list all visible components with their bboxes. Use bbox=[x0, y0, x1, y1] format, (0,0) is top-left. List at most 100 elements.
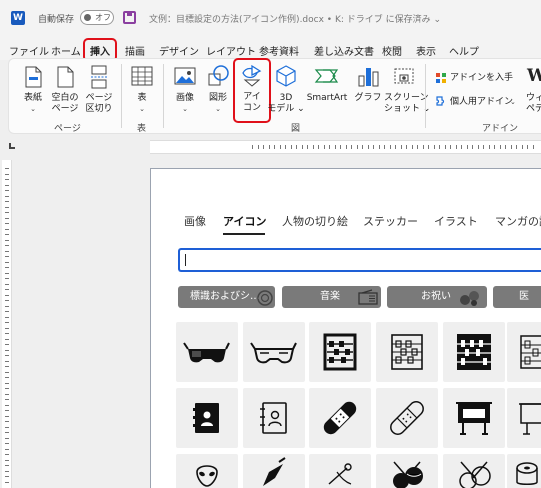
ruler-tick bbox=[384, 145, 385, 149]
icon-tile[interactable] bbox=[443, 322, 505, 382]
tab-home[interactable]: ホーム bbox=[51, 43, 81, 58]
icon-tile[interactable] bbox=[507, 322, 541, 382]
ruler-tick bbox=[433, 145, 435, 149]
ruler-tick bbox=[5, 399, 9, 400]
cover-page-icon[interactable] bbox=[22, 64, 44, 90]
ruler-tick bbox=[5, 239, 9, 241]
pictures-chevron-icon[interactable]: ⌄ bbox=[171, 103, 199, 115]
icon-tile[interactable] bbox=[376, 454, 438, 488]
tab-draw[interactable]: 描画 bbox=[125, 43, 145, 58]
pictures-icon[interactable] bbox=[173, 64, 197, 90]
ruler-tick bbox=[5, 448, 9, 450]
ribbon-divider bbox=[425, 64, 426, 128]
ruler-tick bbox=[466, 145, 468, 149]
tab-mailings[interactable]: 差し込み文書 bbox=[314, 43, 374, 58]
shapes-chevron-icon[interactable]: ⌄ bbox=[204, 103, 232, 115]
screenshot-label-2[interactable]: ショット ⌄ bbox=[384, 103, 430, 115]
tab-help[interactable]: ヘルプ bbox=[449, 43, 479, 58]
ruler-tick bbox=[5, 234, 9, 235]
document-title[interactable]: 文例：目標設定の方法(アイコン作例).docx • K: ドライブ に保存済み … bbox=[149, 12, 441, 25]
icon-tile[interactable] bbox=[376, 388, 438, 448]
ruler-tick bbox=[5, 289, 9, 290]
tab-references[interactable]: 参考資料 bbox=[259, 43, 299, 58]
3d-models-label-2[interactable]: モデル ⌄ bbox=[266, 103, 306, 115]
chart-label[interactable]: グラフ bbox=[354, 92, 382, 104]
blank-page-icon[interactable] bbox=[54, 64, 76, 90]
ruler-tick bbox=[477, 145, 479, 149]
ruler-tick bbox=[494, 145, 495, 149]
chart-icon[interactable] bbox=[356, 64, 380, 90]
category-signs-and-symbols[interactable]: 標識およびシ… bbox=[178, 286, 275, 308]
icon-tile[interactable] bbox=[309, 388, 371, 448]
smartart-icon[interactable] bbox=[314, 64, 339, 90]
3d-models-icon[interactable] bbox=[274, 64, 298, 90]
tab-file[interactable]: ファイル bbox=[9, 43, 49, 58]
ruler-tick bbox=[5, 217, 9, 219]
icon-tile[interactable] bbox=[176, 388, 238, 448]
my-addins-chevron-icon[interactable]: ⌄ bbox=[510, 96, 516, 108]
icon-tile[interactable] bbox=[507, 388, 541, 448]
ruler-tick bbox=[532, 145, 534, 149]
icon-tile[interactable] bbox=[507, 454, 541, 488]
tab-stickers[interactable]: ステッカー bbox=[363, 213, 418, 229]
blank-page-label-2[interactable]: ページ bbox=[50, 103, 80, 115]
screenshot-icon[interactable] bbox=[392, 64, 416, 90]
category-celebration[interactable]: お祝い bbox=[387, 286, 487, 308]
icon-tile[interactable] bbox=[376, 322, 438, 382]
icon-tile[interactable] bbox=[176, 322, 238, 382]
ruler-tick bbox=[516, 145, 517, 149]
tab-design[interactable]: デザイン bbox=[159, 43, 199, 58]
ruler-tick bbox=[5, 283, 9, 285]
icon-tile[interactable] bbox=[443, 388, 505, 448]
smartart-label[interactable]: SmartArt bbox=[304, 92, 350, 104]
wikipedia-label-2[interactable]: ペデ bbox=[526, 103, 541, 115]
tab-stop-selector-icon[interactable] bbox=[9, 143, 15, 149]
ruler-tick bbox=[5, 459, 9, 461]
my-addins-label[interactable]: 個人用アドイン bbox=[450, 96, 513, 108]
table-icon[interactable] bbox=[130, 64, 154, 90]
tab-cutout-people[interactable]: 人物の切り絵 bbox=[282, 213, 348, 229]
tab-view[interactable]: 表示 bbox=[416, 43, 436, 58]
tab-review[interactable]: 校閲 bbox=[382, 43, 402, 58]
ruler-tick bbox=[5, 179, 9, 180]
tab-comics[interactable]: マンガの読 bbox=[495, 213, 541, 229]
ruler-tick bbox=[296, 145, 297, 149]
wikipedia-icon[interactable]: W bbox=[527, 66, 541, 86]
ruler-tick bbox=[351, 145, 352, 149]
icon-search-input[interactable] bbox=[178, 248, 541, 272]
store-icon[interactable] bbox=[435, 72, 447, 84]
category-music[interactable]: 音楽 bbox=[282, 286, 381, 308]
ruler-tick bbox=[5, 476, 9, 477]
my-addins-icon[interactable] bbox=[435, 95, 447, 107]
autosave-toggle[interactable]: オフ bbox=[80, 10, 114, 25]
ruler-tick bbox=[5, 404, 9, 406]
page-break-icon[interactable] bbox=[88, 64, 110, 90]
icon-tile[interactable] bbox=[176, 454, 238, 488]
cover-page-chevron-icon[interactable]: ⌄ bbox=[18, 103, 48, 115]
icon-tile[interactable] bbox=[309, 322, 371, 382]
text-caret bbox=[185, 254, 186, 266]
tab-illustrations[interactable]: イラスト bbox=[434, 213, 478, 229]
ruler-tick bbox=[422, 145, 424, 149]
icon-tile[interactable] bbox=[243, 454, 305, 488]
insert-icons-dialog: 画像 アイコン 人物の切り絵 ステッカー イラスト マンガの読 標識およびシ… … bbox=[150, 168, 541, 488]
shapes-icon[interactable] bbox=[206, 64, 230, 90]
tab-icons[interactable]: アイコン bbox=[223, 213, 266, 229]
ruler-tick bbox=[5, 168, 9, 169]
tab-images[interactable]: 画像 bbox=[184, 213, 206, 229]
page-break-label-2[interactable]: 区切り bbox=[84, 103, 114, 115]
ruler-tick bbox=[5, 426, 9, 428]
save-icon[interactable] bbox=[123, 11, 136, 24]
category-label: 標識およびシ… bbox=[190, 291, 260, 302]
ruler-tick bbox=[5, 338, 9, 340]
icon-tile[interactable] bbox=[443, 454, 505, 488]
tab-layout[interactable]: レイアウト bbox=[206, 43, 256, 58]
category-medical[interactable]: 医 bbox=[493, 286, 541, 308]
icon-tile[interactable] bbox=[243, 388, 305, 448]
ruler-tick bbox=[5, 228, 9, 230]
get-addins-label[interactable]: アドインを入手 bbox=[450, 72, 513, 84]
icon-tile[interactable] bbox=[243, 322, 305, 382]
icon-tile[interactable] bbox=[309, 454, 371, 488]
ruler-tick bbox=[472, 145, 473, 149]
table-chevron-icon[interactable]: ⌄ bbox=[128, 103, 156, 115]
